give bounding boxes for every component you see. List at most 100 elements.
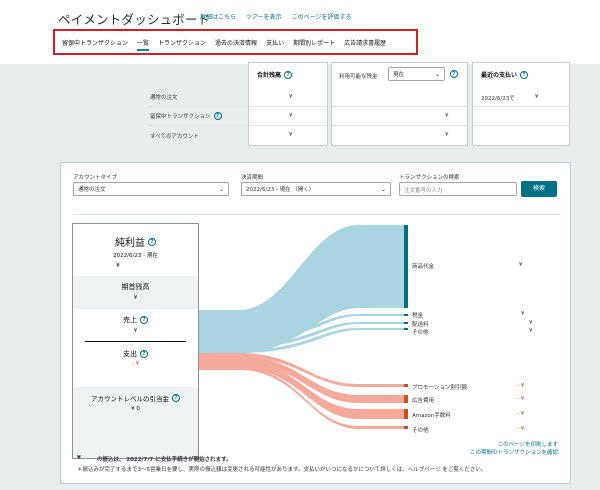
sales-value: ¥ (133, 328, 138, 334)
row-label-all-accounts: すべてのアカウント (150, 134, 199, 140)
help-icon[interactable]: ? (450, 70, 458, 78)
total-pending-value: ¥ (289, 113, 293, 119)
search-button[interactable]: 検索 (521, 181, 557, 197)
search-label: トランザクションの検索 (399, 175, 460, 181)
tab-overview[interactable]: 一覧 (137, 38, 150, 51)
income-product-value: ¥ (519, 262, 523, 268)
available-balance-card: 利用可能な残金 現在 ⌄ ? ¥ ¥ (331, 62, 468, 146)
available-pending-value: ¥ (445, 113, 449, 119)
period-value: 2022/6/23 - 現在 （開く） (246, 187, 315, 193)
payout-note: ＊振込みが完了するまで3～5営業日を要し、実際の振込額は変更される可能性がありま… (77, 467, 487, 473)
available-balance-label: 利用可能な残金 (339, 74, 378, 80)
help-icon[interactable]: ? (140, 350, 148, 358)
divider (148, 106, 248, 107)
expense-other-label: その他 (412, 428, 429, 434)
reserve-value: ¥ 0 (131, 406, 140, 412)
payout-notice-text: の振込は、 2022/7/7 に支払手続きが開始されます。 (96, 457, 232, 463)
expense-amazon-fee-label: Amazon手数料 (412, 413, 451, 419)
tab-transactions[interactable]: トランザクション (158, 38, 206, 51)
help-icon[interactable]: ? (148, 237, 156, 246)
net-income-stack: 純利益 ? 2022/6/23 - 現在 ¥ 期首残高 ¥ 売上 ? ¥ 支出 … (72, 223, 199, 459)
total-balance-header: 合計残高 ? (257, 70, 293, 79)
expense-amazon-fee-value: - ¥ (517, 411, 525, 417)
tab-period-reports[interactable]: 期間別レポート (293, 38, 335, 51)
total-all-value: ¥ (289, 132, 293, 138)
bar-expense-promotion (404, 384, 408, 387)
divider (73, 214, 560, 215)
available-period-select[interactable]: 現在 ⌄ (388, 67, 445, 81)
order-search-input[interactable]: 注文番号の入力 (399, 182, 517, 196)
bar-income-other (404, 328, 408, 330)
divider (332, 125, 467, 126)
header-links: 詳細はこちら ツアーを表示 このページを評価する (200, 12, 352, 21)
bar-income-shipping (404, 322, 408, 324)
chevron-down-icon: ⌄ (380, 185, 386, 193)
row-label-pending-text: 留保中トランザクション (150, 114, 211, 120)
row-label-pending: 留保中トランザクション ? (150, 112, 222, 120)
divider (148, 125, 248, 126)
help-icon[interactable]: ? (213, 112, 222, 120)
account-type-select[interactable]: 通常の注文 ⌄ (73, 182, 229, 196)
help-icon[interactable]: ? (172, 394, 180, 402)
help-icon[interactable]: ? (520, 70, 529, 79)
divider (473, 125, 569, 126)
chevron-down-icon: ⌄ (434, 70, 440, 78)
net-income-value: ¥ (116, 262, 120, 269)
settlement-panel: アカウントタイプ 通常の注文 ⌄ 決済期間 2022/6/23 - 現在 （開く… (60, 162, 571, 484)
divider (249, 125, 327, 126)
payout-notice: ¥ の振込は、 2022/7/7 に支払手続きが開始されます。 (77, 455, 232, 463)
expense-heading: 支出 ? (73, 349, 198, 359)
income-shipping-value: ¥ (529, 320, 533, 326)
sales-title: 売上 (123, 316, 137, 324)
print-page-link[interactable]: このページを印刷します (498, 440, 558, 448)
available-all-value: ¥ (445, 132, 449, 138)
opening-balance-title: 期首残高 (121, 283, 150, 291)
income-other-value: ¥ (529, 328, 533, 334)
nav-tabs: 留保中トランザクション 一覧 トランザクション 過去の決済情報 支払い 期間別レ… (62, 38, 386, 51)
page-title: ペイメントダッシュボード (58, 12, 211, 27)
show-tour-link[interactable]: ツアーを表示 (246, 12, 282, 21)
income-tax-label: 税金 (412, 313, 424, 319)
expense-ads-label: 広告費用 (412, 398, 435, 404)
divider (85, 341, 186, 342)
expense-ads-value: - ¥ (517, 396, 525, 402)
sankey-flow (199, 225, 408, 429)
expense-title: 支出 (123, 350, 137, 358)
net-income-block: 純利益 ? 2022/6/23 - 現在 ¥ (73, 224, 198, 276)
bar-income-tax (404, 314, 408, 316)
expense-value: - ¥ (131, 361, 140, 367)
latest-payment-value: ¥ (535, 94, 539, 100)
account-type-value: 通常の注文 (78, 187, 106, 193)
sales-expense-block: 売上 ? ¥ 支出 ? - ¥ (73, 309, 198, 387)
learn-more-link[interactable]: 詳細はこちら (200, 12, 236, 21)
chevron-down-icon: ⌄ (218, 185, 224, 193)
rate-page-link[interactable]: このページを評価する (292, 12, 352, 21)
bar-income-product (404, 225, 408, 308)
bar-expense-ads (404, 395, 408, 403)
total-balance-card: 合計残高 ? ¥ ¥ ¥ (248, 62, 328, 146)
divider (249, 106, 327, 107)
opening-balance-block: 期首残高 ¥ (73, 276, 198, 309)
latest-payment-card: 最近の支払い ? 2022/6/23で ¥ (472, 62, 570, 146)
tab-pending-transactions[interactable]: 留保中トランザクション (62, 38, 128, 51)
income-shipping-label: 配送料 (412, 322, 429, 328)
latest-payment-date: 2022/6/23で (481, 96, 515, 102)
help-icon[interactable]: ? (140, 316, 148, 324)
reserve-title: アカウントレベルの引当金 (91, 395, 169, 403)
income-tax-value: ¥ (521, 311, 525, 317)
reserve-heading: アカウントレベルの引当金 ? (91, 393, 180, 403)
tab-payments[interactable]: 支払い (266, 38, 284, 51)
help-icon[interactable]: ? (284, 70, 293, 79)
tab-ad-invoice-history[interactable]: 広告請求書履歴 (344, 38, 386, 51)
period-label: 決済期間 (241, 175, 264, 181)
tab-past-settlements[interactable]: 過去の決済情報 (215, 38, 257, 51)
income-product-label: 商品代金 (412, 264, 435, 270)
divider (473, 106, 569, 107)
account-type-label: アカウントタイプ (73, 175, 118, 181)
period-select[interactable]: 2022/6/23 - 現在 （開く） ⌄ (241, 182, 391, 196)
period-transactions-link[interactable]: この期間のトランザクションを確認 (470, 448, 558, 456)
expense-promotion-value: - ¥ (517, 383, 525, 389)
bar-expense-other (404, 426, 408, 429)
income-other-label: その他 (412, 330, 429, 336)
expense-promotion-label: プロモーション割引額 (412, 385, 467, 391)
